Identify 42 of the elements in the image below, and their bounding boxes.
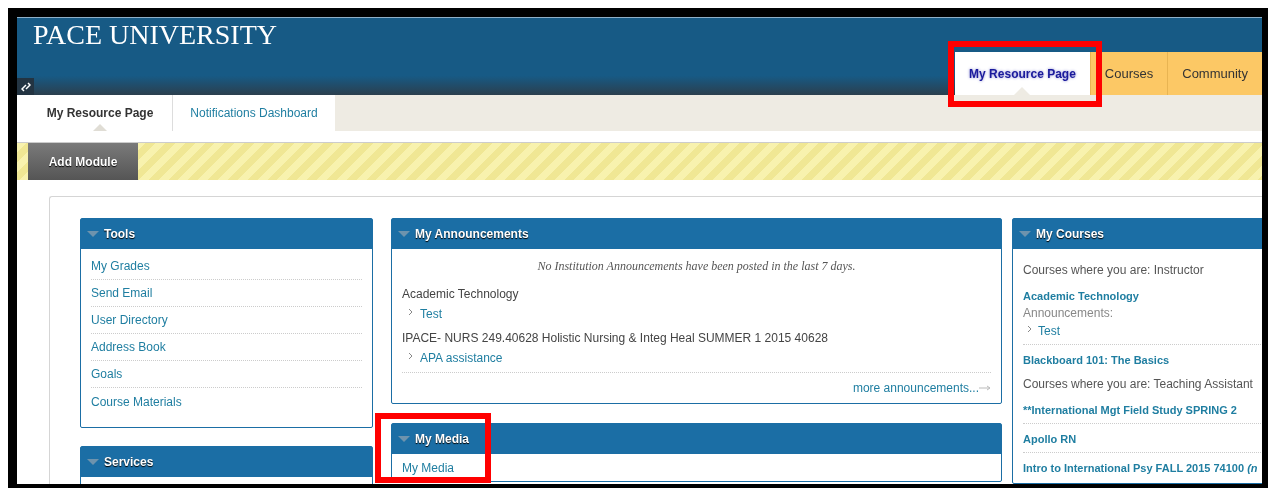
announcement-link[interactable]: Test: [1038, 322, 1060, 340]
announcement-notice: No Institution Announcements have been posted in the last 7 days.: [536, 258, 857, 275]
role-label: Courses where you are: Teaching Assistant: [1023, 376, 1254, 393]
tool-link[interactable]: Course Materials: [91, 392, 182, 411]
collapse-icon[interactable]: [398, 231, 410, 237]
nav-tab[interactable]: Community: [1167, 52, 1262, 95]
tool-link[interactable]: User Directory: [91, 311, 168, 329]
announcement-link[interactable]: Test: [420, 304, 442, 324]
role-label: Courses where you are: Instructor: [1023, 262, 1205, 279]
announcements-label: Announcements:: [1023, 305, 1115, 321]
course-link[interactable]: Intro to International Psy FALL 2015 74100 (n: [1023, 462, 1258, 474]
module-title: My Courses: [1036, 226, 1105, 243]
course-name: IPACE- NURS 249.40628 Holistic Nursing & Integ Heal SUMMER 1 2015 40628: [402, 330, 829, 347]
course-link[interactable]: Blackboard 101: The Basics: [1023, 354, 1170, 366]
collapse-icon[interactable]: [1019, 231, 1031, 237]
add-module-button[interactable]: Add Module: [28, 143, 138, 180]
course-link[interactable]: **International Mgt Field Study SPRING 2: [1023, 404, 1237, 416]
more-announcements-link[interactable]: more announcements...: [852, 378, 979, 398]
chevron-icon: [408, 352, 413, 360]
collapse-icon[interactable]: [398, 436, 410, 442]
announcement-link[interactable]: APA assistance: [420, 348, 503, 368]
course-name: Academic Technology: [402, 286, 520, 303]
collapse-icon[interactable]: [87, 231, 99, 237]
course-link[interactable]: Apollo RN: [1023, 433, 1077, 445]
chevron-icon: [408, 308, 413, 316]
module-title: My Media: [415, 431, 469, 448]
sub-tab[interactable]: Notifications Dashboard: [173, 95, 335, 131]
course-link[interactable]: Academic Technology: [1023, 290, 1139, 302]
module-title: My Announcements: [415, 226, 529, 243]
module-title: Tools: [104, 226, 136, 243]
collapse-icon[interactable]: [87, 459, 99, 465]
university-logo: PACE UNIVERSITY: [33, 19, 277, 51]
nav-tab[interactable]: My Resource Page: [955, 52, 1090, 95]
arrow-icon: [979, 385, 991, 391]
tool-link[interactable]: Address Book: [91, 338, 166, 356]
tool-link[interactable]: Goals: [91, 365, 123, 383]
module-title: Services: [104, 454, 154, 471]
tool-link[interactable]: Send Email: [91, 284, 153, 302]
chevron-icon: [1027, 325, 1032, 333]
sub-tab[interactable]: My Resource Page: [28, 95, 173, 131]
media-link[interactable]: My Media: [402, 461, 454, 475]
tool-link[interactable]: My Grades: [91, 257, 150, 275]
